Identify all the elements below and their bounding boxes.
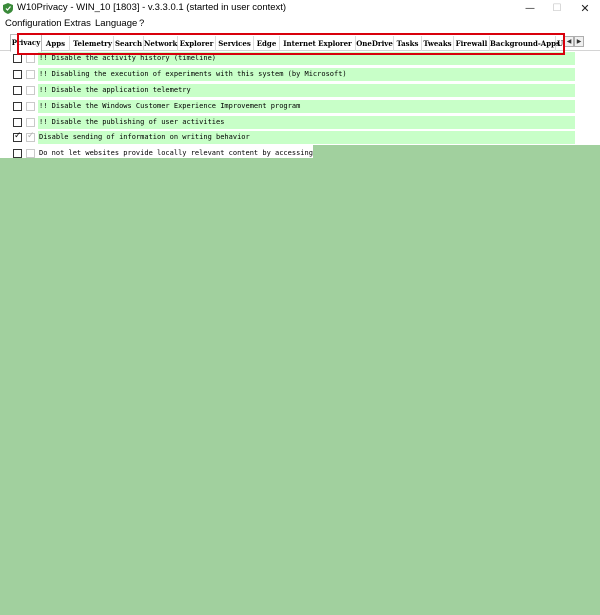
recommended-checkbox bbox=[26, 149, 35, 158]
setting-label: Disable sending of information on writin… bbox=[38, 131, 575, 144]
tab-internet-explorer[interactable]: Internet Explorer bbox=[280, 36, 356, 51]
setting-label: !! Disable the publishing of user activi… bbox=[38, 116, 575, 129]
title-bar: W10Privacy - WIN_10 [1803] - v.3.3.0.1 (… bbox=[0, 0, 600, 17]
minimize-button[interactable]: — bbox=[516, 0, 544, 17]
tab-updates-partial[interactable]: U bbox=[556, 36, 564, 51]
recommended-checkbox bbox=[26, 70, 35, 79]
tab-onedrive[interactable]: OneDrive bbox=[356, 36, 394, 51]
tab-scroll-left-button[interactable]: ◀ bbox=[564, 36, 574, 47]
tab-firewall[interactable]: Firewall bbox=[454, 36, 490, 51]
maximize-button[interactable]: ☐ bbox=[543, 0, 571, 17]
menu-configuration[interactable]: Configuration bbox=[5, 17, 62, 30]
setting-checkbox[interactable] bbox=[13, 102, 22, 111]
menu-language[interactable]: Language bbox=[95, 17, 137, 30]
setting-label: !! Disable the Windows Customer Experien… bbox=[38, 100, 575, 113]
tab-scroll-right-button[interactable]: ▶ bbox=[574, 36, 584, 47]
setting-checkbox[interactable] bbox=[13, 86, 22, 95]
tab-network[interactable]: Network bbox=[144, 36, 178, 51]
shield-icon bbox=[3, 3, 13, 14]
tab-telemetry[interactable]: Telemetry bbox=[72, 36, 114, 51]
setting-row: !! Disable the Windows Customer Experien… bbox=[0, 100, 600, 115]
menu-bar: Configuration Extras Language ? bbox=[0, 17, 600, 31]
tab-tweaks[interactable]: Tweaks bbox=[422, 36, 454, 51]
setting-checkbox[interactable] bbox=[13, 131, 22, 142]
menu-help[interactable]: ? bbox=[139, 17, 144, 30]
green-overlay-top bbox=[313, 145, 600, 159]
menu-extras[interactable]: Extras bbox=[64, 17, 91, 30]
setting-row: !! Disable the activity history (timelin… bbox=[0, 52, 600, 67]
window-title: W10Privacy - WIN_10 [1803] - v.3.3.0.1 (… bbox=[17, 2, 287, 13]
tab-services[interactable]: Services bbox=[216, 36, 254, 51]
tab-strip: Privacy Apps Telemetry Search Network Ex… bbox=[0, 34, 600, 52]
green-overlay bbox=[0, 158, 600, 615]
tab-search[interactable]: Search bbox=[114, 36, 144, 51]
setting-row: Disable sending of information on writin… bbox=[0, 131, 600, 146]
setting-checkbox[interactable] bbox=[13, 149, 22, 158]
tab-background-apps[interactable]: Background-Apps bbox=[490, 36, 560, 51]
setting-checkbox[interactable] bbox=[13, 70, 22, 79]
recommended-checkbox bbox=[26, 102, 35, 111]
tab-privacy[interactable]: Privacy bbox=[10, 34, 42, 52]
setting-label: !! Disabling the execution of experiment… bbox=[38, 68, 575, 81]
setting-row: !! Disable the publishing of user activi… bbox=[0, 116, 600, 131]
recommended-checkbox bbox=[26, 86, 35, 95]
setting-row: !! Disabling the execution of experiment… bbox=[0, 68, 600, 83]
tab-apps[interactable]: Apps bbox=[42, 36, 70, 51]
tab-explorer[interactable]: Explorer bbox=[178, 36, 216, 51]
tab-edge[interactable]: Edge bbox=[254, 36, 280, 51]
setting-label: !! Disable the activity history (timelin… bbox=[38, 52, 575, 65]
setting-row: !! Disable the application telemetry bbox=[0, 84, 600, 99]
setting-label: !! Disable the application telemetry bbox=[38, 84, 575, 97]
close-button[interactable]: ✕ bbox=[571, 0, 599, 17]
tab-tasks[interactable]: Tasks bbox=[394, 36, 422, 51]
recommended-checkbox bbox=[26, 118, 35, 127]
recommended-checkbox bbox=[26, 131, 35, 142]
setting-checkbox[interactable] bbox=[13, 54, 22, 63]
setting-checkbox[interactable] bbox=[13, 118, 22, 127]
recommended-checkbox bbox=[26, 54, 35, 63]
